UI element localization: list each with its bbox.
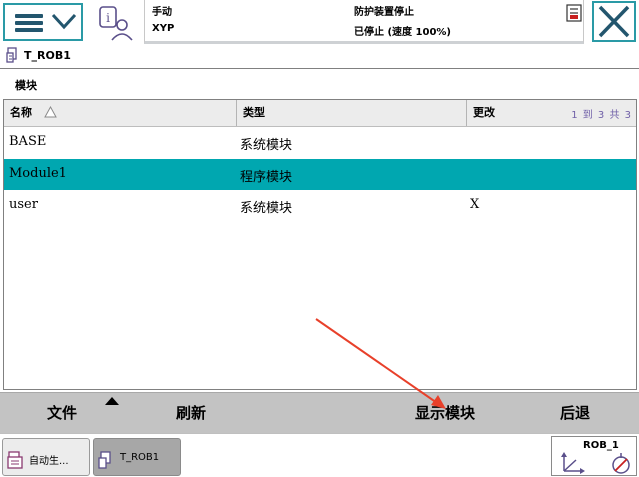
top-bar: i 手动 XYP 防护装置停止 已停止 (速度 100%) [0, 0, 639, 44]
module-name: BASE [9, 134, 47, 149]
module-type: 系统模块 [240, 201, 293, 216]
robot-name: ROB_1 [583, 440, 619, 451]
back-button[interactable]: 后退 [560, 402, 590, 423]
task-icon [98, 451, 111, 469]
command-bar: 文件 刷新 显示模块 后退 [0, 392, 639, 433]
column-header-type[interactable]: 类型 [237, 100, 467, 126]
axes-icon [561, 452, 585, 474]
operating-mode: 手动 [152, 7, 172, 18]
show-module-button[interactable]: 显示模块 [415, 402, 475, 423]
taskbar-tab-label: T_ROB1 [120, 452, 160, 463]
task-header: T_ROB1 [0, 45, 639, 69]
task-icon [6, 47, 17, 63]
taskbar-tab-auto[interactable]: 自动生... [2, 438, 90, 476]
system-name: XYP [152, 23, 175, 34]
target-icon [612, 453, 630, 474]
taskbar-tab-label: 自动生... [29, 456, 69, 467]
svg-text:i: i [106, 11, 110, 25]
status-panel[interactable]: 手动 XYP 防护装置停止 已停止 (速度 100%) [144, 0, 584, 44]
refresh-button[interactable]: 刷新 [176, 402, 206, 423]
column-header-changed[interactable]: 更改 1 到 3 共 3 [467, 100, 636, 126]
module-name: Module1 [9, 166, 67, 181]
row-count: 1 到 3 共 3 [571, 110, 632, 121]
app-window-icon [7, 451, 23, 469]
status-info-icon[interactable]: i [98, 4, 138, 42]
column-header-name[interactable]: 名称 [4, 100, 237, 126]
table-row[interactable]: user 系统模块 X [4, 190, 636, 221]
chevron-down-icon [51, 13, 77, 30]
module-changed: X [470, 197, 480, 212]
section-title: 模块 [15, 79, 37, 92]
column-header-label: 类型 [243, 106, 265, 119]
quickset-robot-button[interactable]: ROB_1 [551, 436, 637, 476]
guard-status: 防护装置停止 [354, 7, 414, 18]
column-header-label: 更改 [473, 106, 495, 119]
table-row[interactable]: Module1 程序模块 [4, 159, 636, 190]
task-name: T_ROB1 [24, 49, 71, 62]
module-type: 系统模块 [240, 138, 293, 153]
sort-asc-icon [44, 106, 57, 118]
column-header-label: 名称 [10, 106, 32, 119]
close-button[interactable] [592, 1, 636, 42]
module-name: user [9, 197, 38, 212]
table-header: 名称 类型 更改 1 到 3 共 3 [4, 100, 636, 127]
table-row[interactable]: BASE 系统模块 [4, 127, 636, 158]
module-table: 名称 类型 更改 1 到 3 共 3 BASE 系统模块 Module1 程序模… [3, 99, 637, 390]
close-icon [598, 5, 630, 38]
module-type: 程序模块 [240, 170, 293, 185]
hamburger-icon [15, 14, 43, 32]
file-menu-button[interactable]: 文件 [47, 402, 77, 423]
menu-up-icon [105, 397, 119, 405]
taskbar: 自动生... T_ROB1 [0, 433, 639, 477]
main-menu-button[interactable] [3, 3, 83, 41]
event-log-icon [566, 4, 582, 22]
taskbar-tab-rob1[interactable]: T_ROB1 [93, 438, 181, 476]
run-status: 已停止 (速度 100%) [354, 27, 451, 38]
